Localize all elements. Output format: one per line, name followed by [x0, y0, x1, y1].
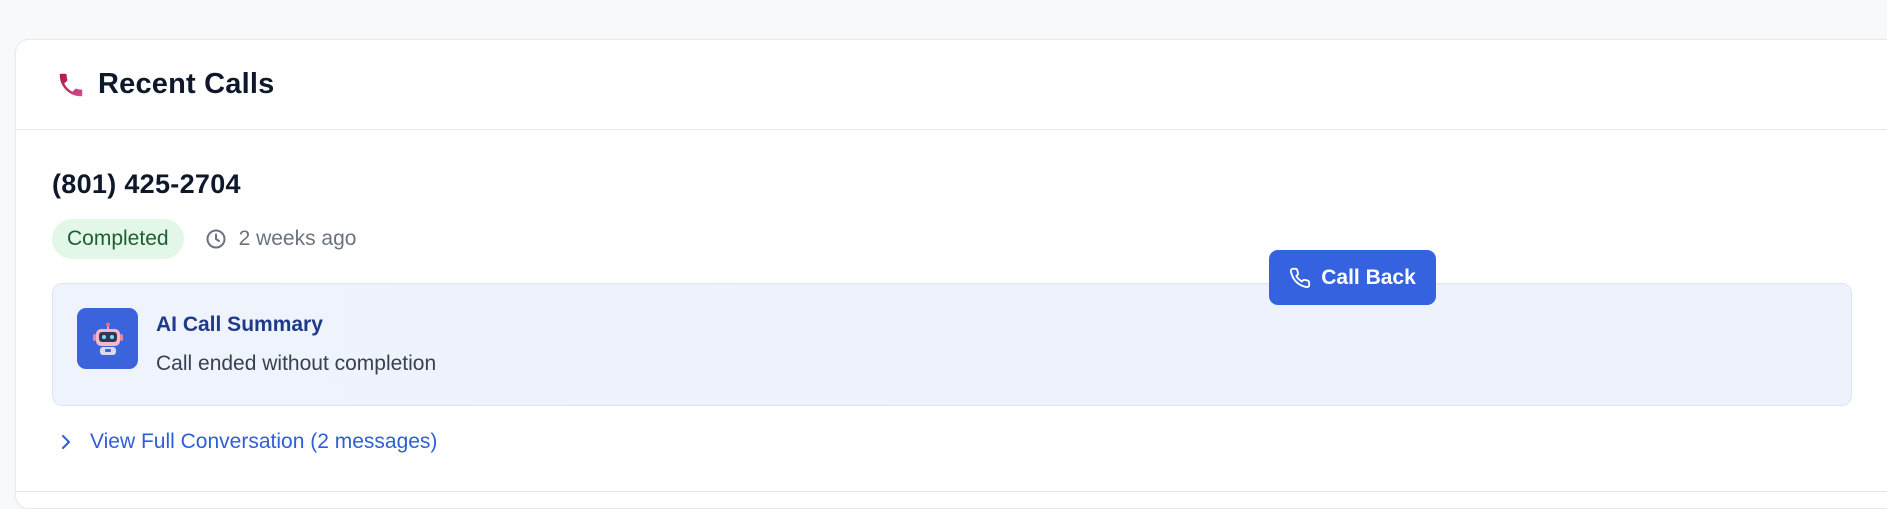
view-full-conversation-link[interactable]: View Full Conversation (2 messages) — [52, 430, 437, 454]
call-back-label: Call Back — [1321, 265, 1416, 289]
ai-summary-panel: AI Call Summary Call ended without compl… — [52, 283, 1852, 406]
summary-title: AI Call Summary — [156, 313, 323, 336]
card-title: Recent Calls — [98, 68, 275, 100]
call-meta: Completed 2 weeks ago — [52, 219, 1878, 259]
call-time: 2 weeks ago — [204, 227, 357, 251]
summary-text-block: AI Call Summary Call ended without compl… — [156, 312, 436, 376]
phone-icon — [54, 68, 88, 102]
recent-calls-card: Recent Calls (801) 425-2704 Completed 2 … — [15, 39, 1887, 509]
clock-icon — [204, 227, 228, 251]
robot-icon — [77, 308, 138, 369]
caller-phone-number: (801) 425-2704 — [52, 169, 241, 199]
status-badge: Completed — [52, 219, 184, 259]
call-list-item: (801) 425-2704 Completed 2 weeks ago Cal — [16, 130, 1887, 492]
chevron-right-icon — [56, 432, 76, 452]
card-header: Recent Calls — [16, 40, 1887, 130]
time-ago-text: 2 weeks ago — [238, 227, 357, 250]
call-back-button[interactable]: Call Back — [1269, 250, 1436, 305]
phone-outline-icon — [1289, 267, 1311, 289]
view-conversation-label: View Full Conversation (2 messages) — [90, 430, 438, 453]
summary-body: Call ended without completion — [156, 352, 437, 375]
